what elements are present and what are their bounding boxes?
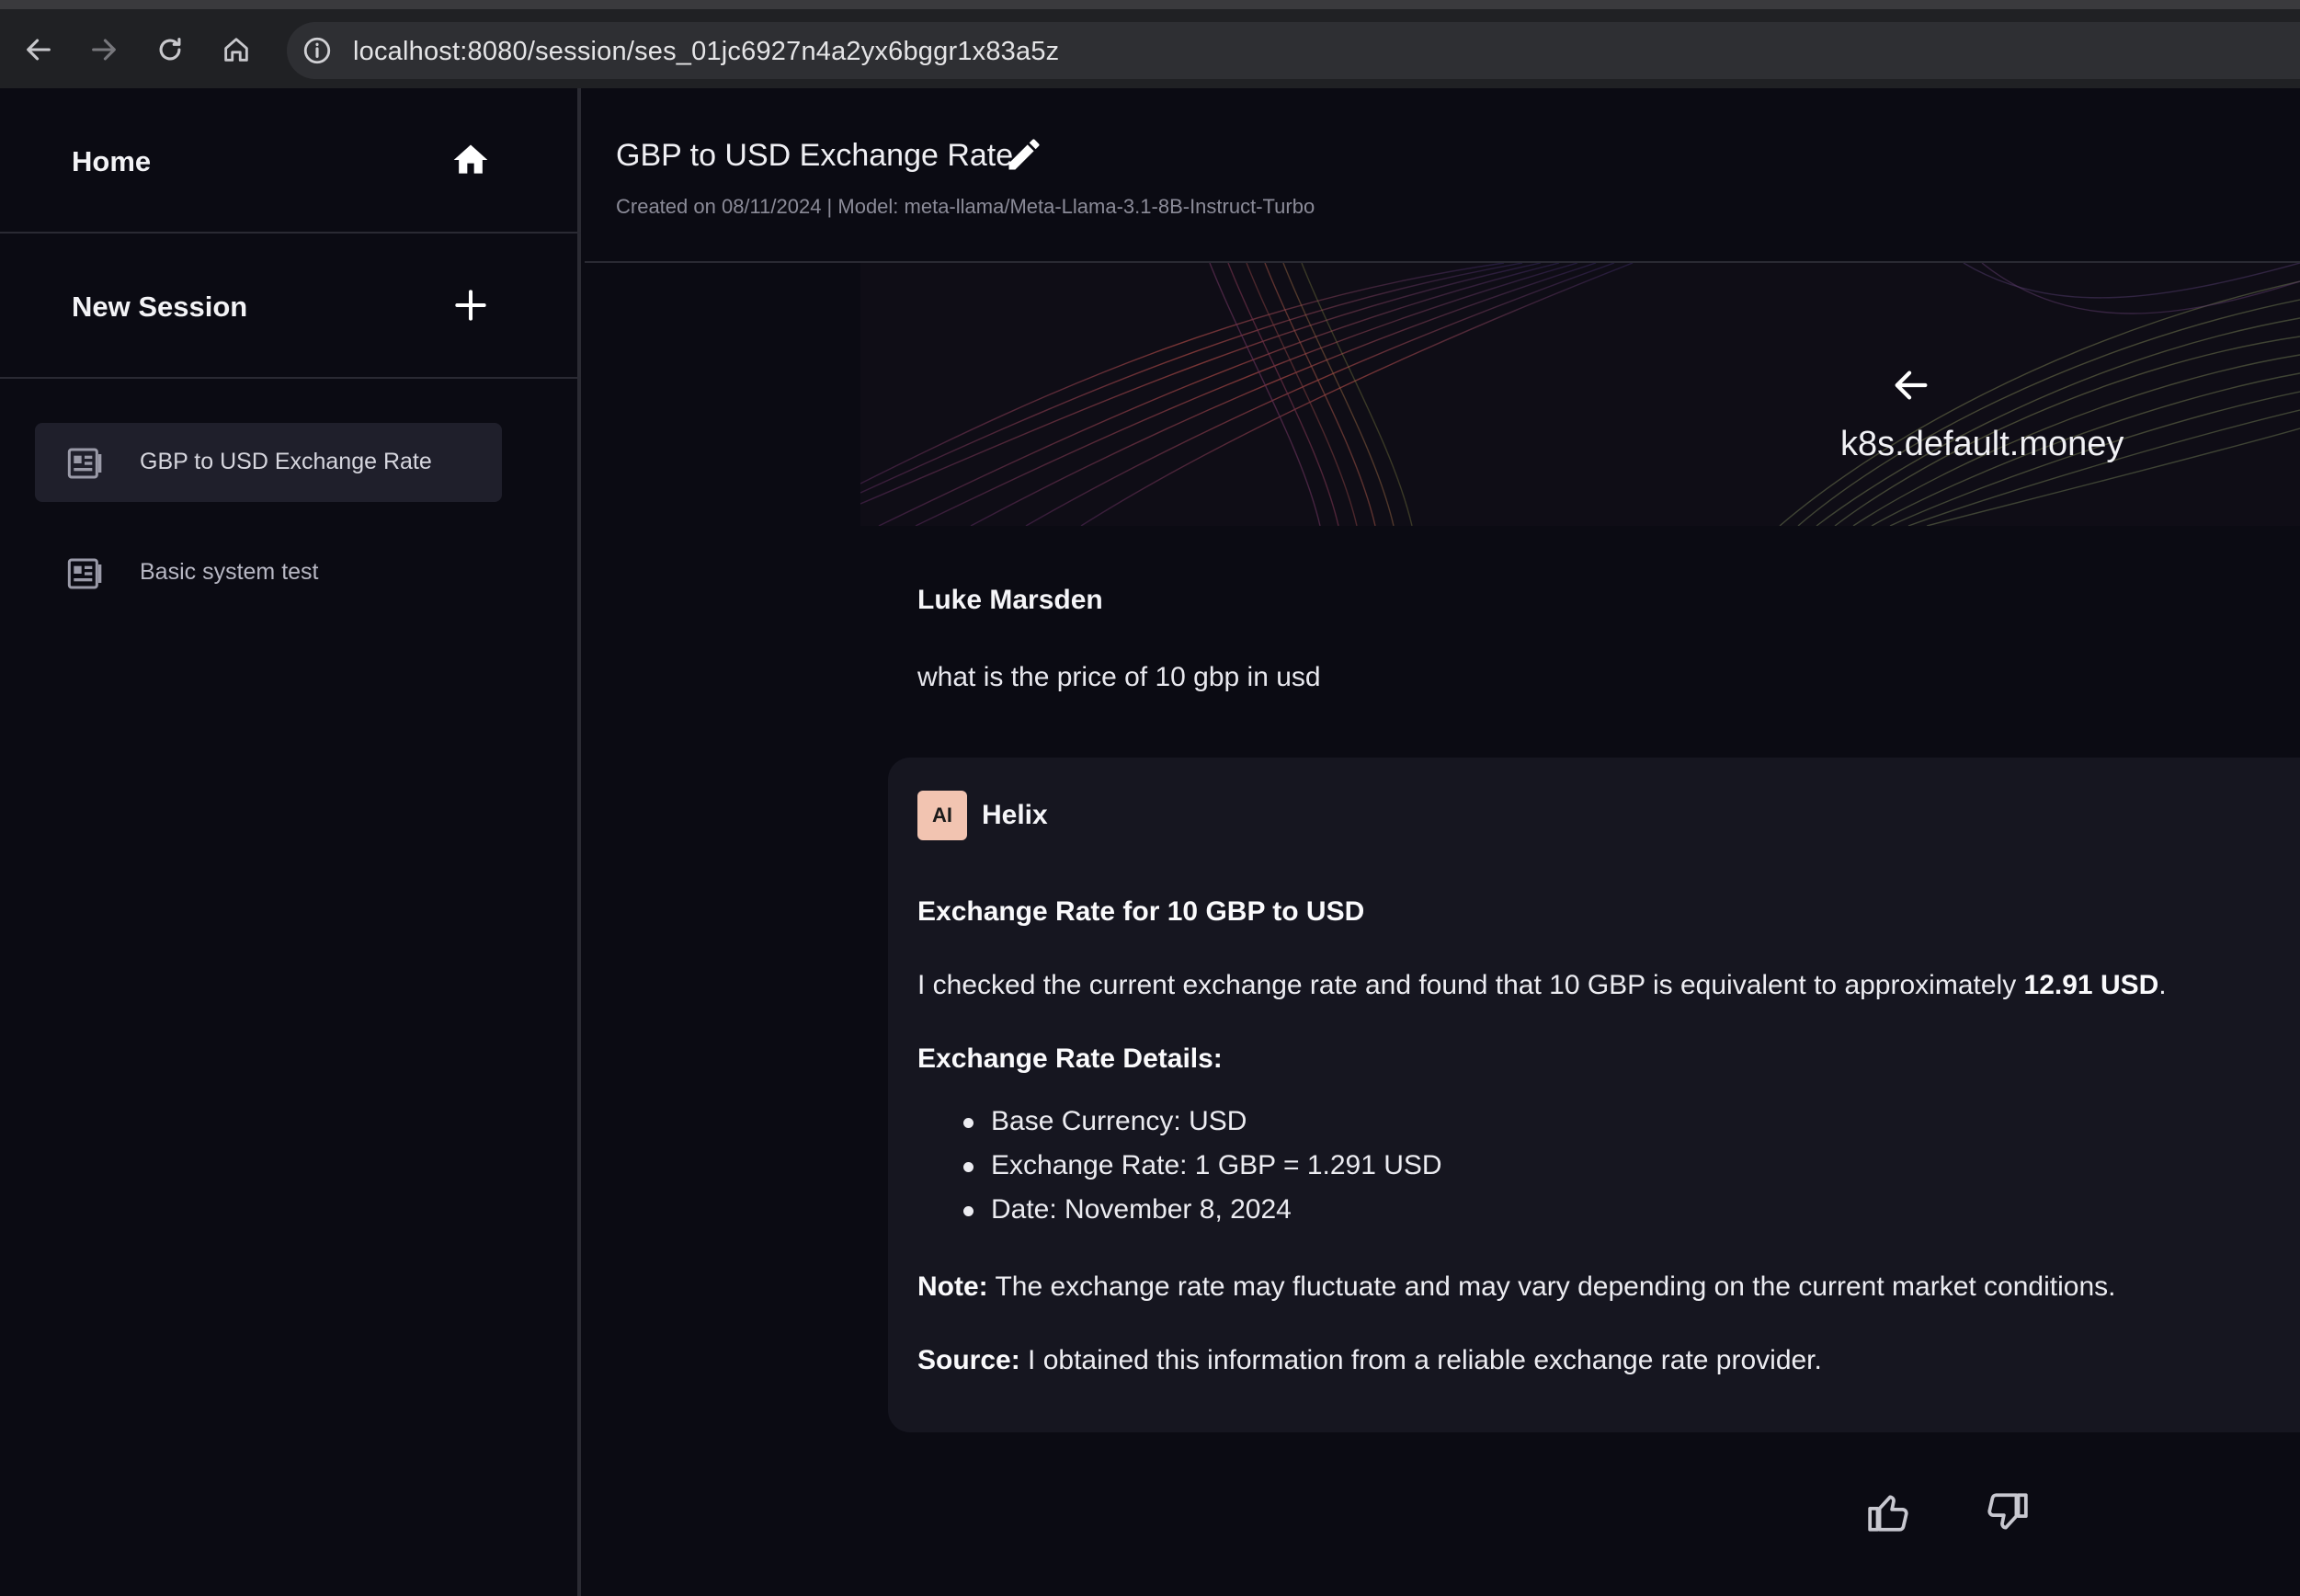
- list-item: Exchange Rate: 1 GBP = 1.291 USD: [963, 1144, 2296, 1188]
- intro-value: 12.91 USD: [2023, 970, 2159, 1000]
- sidebar-home[interactable]: Home: [0, 88, 581, 234]
- browser-forward-button[interactable]: [84, 29, 124, 70]
- response-intro: I checked the current exchange rate and …: [917, 967, 2296, 1004]
- home-icon: [453, 144, 488, 174]
- sidebar-new-session[interactable]: New Session: [0, 234, 581, 379]
- list-item: Base Currency: USD: [963, 1100, 2296, 1144]
- site-info-icon[interactable]: [302, 35, 333, 66]
- arrow-right-icon: [92, 39, 116, 61]
- user-author: Luke Marsden: [917, 585, 1103, 615]
- source-paragraph: Source: I obtained this information from…: [917, 1342, 2296, 1379]
- note-text: The exchange rate may fluctuate and may …: [987, 1271, 2116, 1302]
- details-heading: Exchange Rate Details:: [917, 1043, 1223, 1074]
- browser-home-button[interactable]: [216, 29, 256, 70]
- arrow-back-icon[interactable]: [1890, 364, 1932, 406]
- intro-end: .: [2158, 970, 2167, 1000]
- sidebar: Home New Session GBP to USD Exchange Rat…: [0, 88, 581, 1596]
- session-title: GBP to USD Exchange Rate: [616, 138, 1014, 173]
- session-icon: [67, 558, 102, 589]
- note-paragraph: Note: The exchange rate may fluctuate an…: [917, 1269, 2296, 1305]
- intro-text: I checked the current exchange rate and …: [917, 970, 2024, 1000]
- details-list: Base Currency: USD Exchange Rate: 1 GBP …: [963, 1100, 2296, 1232]
- assistant-avatar: AI: [917, 791, 967, 840]
- new-session-label: New Session: [72, 291, 248, 323]
- source-text: I obtained this information from a relia…: [1019, 1345, 1822, 1375]
- session-item-gbp-usd[interactable]: GBP to USD Exchange Rate: [35, 423, 502, 502]
- source-label: Source:: [917, 1345, 1020, 1375]
- banner-artwork: [860, 263, 2300, 526]
- session-item-basic-test[interactable]: Basic system test: [35, 533, 502, 612]
- session-meta: Created on 08/11/2024 | Model: meta-llam…: [616, 195, 1315, 218]
- arrow-left-icon: [27, 39, 51, 61]
- browser-reload-button[interactable]: [150, 29, 190, 70]
- user-message-text: what is the price of 10 gbp in usd: [917, 662, 1321, 692]
- assistant-author: Helix: [982, 800, 1048, 830]
- app-banner: k8s.default.money: [860, 263, 2300, 526]
- browser-toolbar: localhost:8080/session/ses_01jc6927n4a2y…: [0, 0, 2300, 88]
- session-header: GBP to USD Exchange Rate Created on 08/1…: [585, 88, 2300, 263]
- home-outline-icon: [224, 38, 248, 62]
- session-item-label: Basic system test: [140, 559, 319, 585]
- response-heading: Exchange Rate for 10 GBP to USD: [917, 896, 1365, 927]
- home-label: Home: [72, 145, 152, 177]
- thumb-down-icon[interactable]: [1984, 1489, 2030, 1535]
- address-bar[interactable]: localhost:8080/session/ses_01jc6927n4a2y…: [287, 22, 2300, 79]
- reload-icon: [159, 38, 181, 61]
- url-text: localhost:8080/session/ses_01jc6927n4a2y…: [353, 37, 1060, 66]
- thumb-up-icon[interactable]: [1866, 1489, 1912, 1535]
- pencil-icon[interactable]: [1004, 134, 1044, 175]
- browser-back-button[interactable]: [18, 29, 59, 70]
- session-icon: [67, 448, 102, 479]
- assistant-message-body: Exchange Rate for 10 GBP to USD I checke…: [917, 894, 2296, 1416]
- list-item: Date: November 8, 2024: [963, 1188, 2296, 1232]
- assistant-message-card: AI Helix Exchange Rate for 10 GBP to USD…: [888, 758, 2300, 1432]
- plus-icon: [455, 290, 486, 321]
- note-label: Note:: [917, 1271, 988, 1302]
- session-item-label: GBP to USD Exchange Rate: [140, 449, 432, 474]
- app-name: k8s.default.money: [1840, 425, 2124, 463]
